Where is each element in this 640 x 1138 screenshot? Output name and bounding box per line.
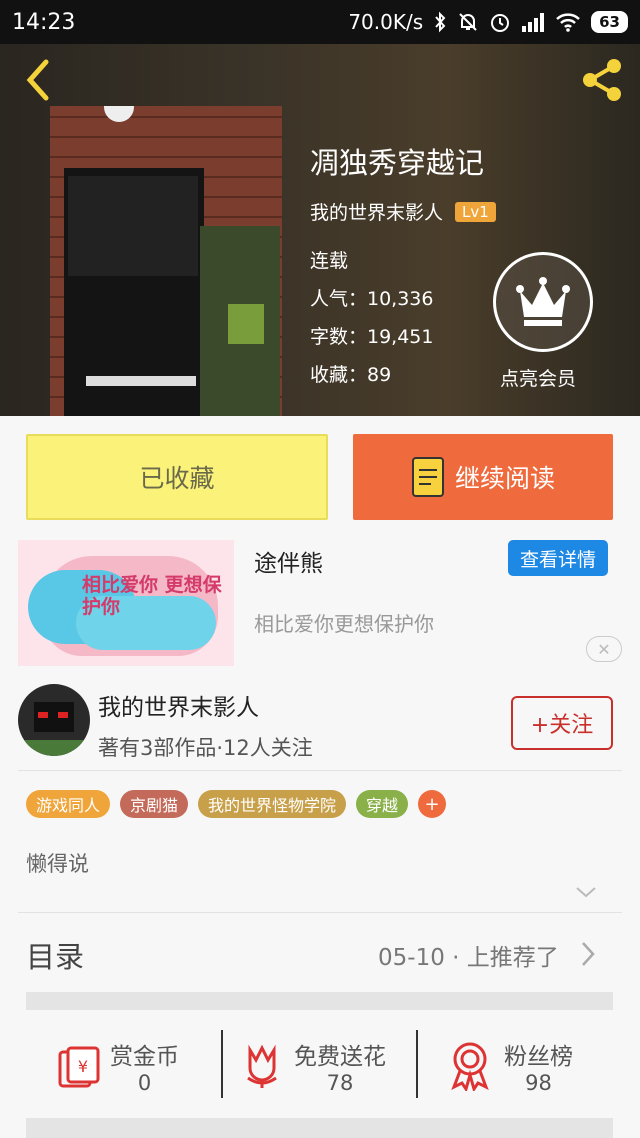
book-title: 凋独秀穿越记 [310,146,485,180]
flower-icon [247,1044,277,1088]
author-name[interactable]: 我的世界末影人 [310,198,443,225]
book-word-count: 字数：19,451 [310,326,434,348]
battery-indicator: 63 [591,11,628,33]
ad-detail-button[interactable]: 查看详情 [508,540,608,576]
book-description: 懒得说 [26,852,89,876]
continue-reading-label: 继续阅读 [454,464,555,493]
network-speed: 70.0K/s [348,10,424,34]
status-time: 14:23 [12,9,76,35]
tag-item[interactable]: 穿越 [356,790,409,818]
divider [221,1030,223,1098]
book-icon [411,457,444,497]
follow-button[interactable]: +关注 [511,696,613,750]
crown-icon [516,277,570,326]
fans-label: 粉丝榜 [504,1044,573,1070]
share-icon[interactable] [578,56,626,104]
coins-value: 0 [137,1071,152,1095]
continue-reading-button[interactable]: 继续阅读 [353,434,613,520]
level-badge: Lv1 [455,201,496,222]
fans-value: 98 [525,1071,552,1095]
ad-close-icon[interactable]: ✕ [586,636,622,662]
divider [416,1030,418,1098]
collected-button[interactable]: 已收藏 [26,434,328,520]
bluetooth-icon [435,11,446,33]
svg-text:¥: ¥ [78,1057,88,1076]
vip-button[interactable] [493,252,593,352]
tag-item[interactable]: 游戏同人 [26,790,111,818]
vip-label[interactable]: 点亮会员 [500,364,576,391]
tag-list: 游戏同人 京剧猫 我的世界怪物学院 穿越 + [26,790,447,818]
section-separator [26,992,613,1010]
tag-item[interactable]: 京剧猫 [120,790,189,818]
avatar[interactable] [18,684,90,756]
divider [18,912,622,913]
ad-title[interactable]: 途伴熊 [254,544,323,578]
ad-subtitle: 相比爱你更想保护你 [254,612,434,636]
fans-stat[interactable]: 粉丝榜 98 [448,1030,573,1102]
book-favorites: 收藏：89 [310,364,392,386]
book-popularity: 人气：10,336 [310,288,434,310]
coins-stat[interactable]: ¥ 赏金币 0 [54,1030,179,1102]
tag-item[interactable]: 我的世界怪物学院 [198,790,347,818]
chevron-left-icon[interactable] [18,56,58,104]
section-separator [26,1118,613,1138]
status-bar: 14:23 70.0K/s 63 [0,0,640,44]
status-icons: 70.0K/s 63 [348,10,628,34]
flowers-stat[interactable]: 免费送花 78 [240,1030,386,1102]
divider [18,770,622,771]
bell-muted-icon [459,13,477,31]
book-cover[interactable] [50,106,282,416]
red-envelope-icon: ¥ [58,1046,100,1088]
author-row[interactable]: 我的世界末影人 Lv1 [310,198,496,225]
signal-icon [522,13,545,32]
ad-image[interactable]: 相比爱你 更想保护你 [18,540,234,666]
wifi-icon [556,13,580,32]
alarm-icon [491,14,510,32]
book-hero: 凋独秀穿越记 我的世界末影人 Lv1 连载 人气：10,336 字数：19,45… [0,44,640,416]
chevron-down-icon[interactable] [574,884,598,900]
coins-label: 赏金币 [110,1044,179,1070]
catalog-update[interactable]: 05-10 · 上推荐了 [378,938,559,972]
author-card-name[interactable]: 我的世界末影人 [98,688,259,722]
chevron-right-icon[interactable] [580,940,596,968]
catalog-title[interactable]: 目录 [26,934,84,976]
medal-icon [451,1042,489,1091]
book-status: 连载 [310,250,349,272]
add-tag-button[interactable]: + [418,790,447,818]
flowers-value: 78 [326,1071,354,1095]
flowers-label: 免费送花 [294,1044,386,1070]
author-card-stats: 著有3部作品·12人关注 [98,736,313,760]
ad-image-text: 相比爱你 更想保护你 [82,574,222,618]
